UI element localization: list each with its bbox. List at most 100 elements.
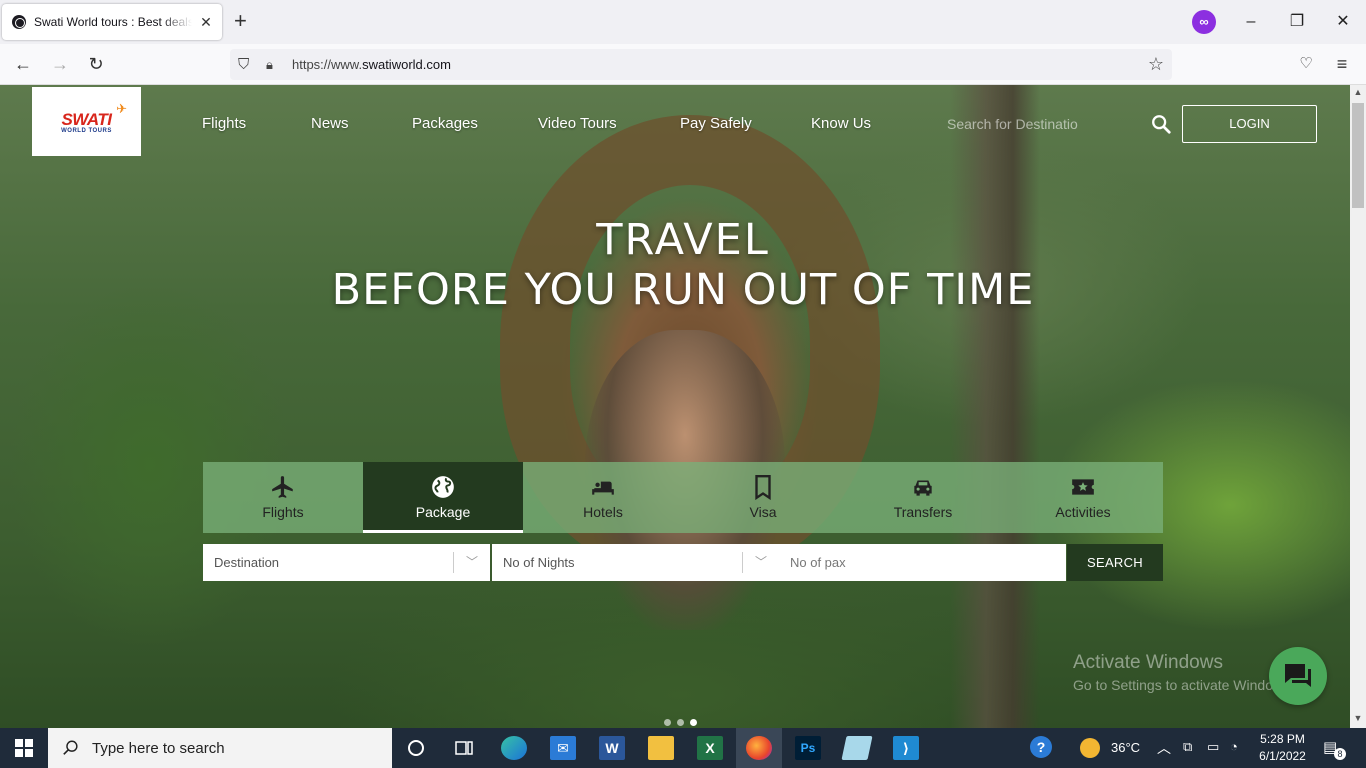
chevron-up-icon[interactable]: ︿ — [1157, 738, 1171, 758]
car-icon — [914, 480, 932, 496]
chevron-down-icon[interactable]: ﹀ — [466, 544, 478, 581]
logo-text: SWATI — [61, 109, 112, 129]
shield-icon[interactable]: ⛉ — [238, 56, 254, 74]
browser-tab-bar: Swati World tours : Best deals in ✕ + ∞ … — [0, 0, 1366, 44]
headline-line-1: TRAVEL — [596, 215, 770, 265]
help-icon[interactable]: ? — [1030, 736, 1052, 758]
url-text[interactable]: https://www.swatiworld.com — [292, 57, 451, 72]
cortana-icon[interactable] — [403, 736, 429, 760]
tab-label: Transfers — [893, 504, 953, 520]
nav-packages[interactable]: Packages — [412, 115, 478, 132]
globe-favicon-icon — [12, 15, 26, 29]
activate-windows-title: Activate Windows — [1073, 652, 1223, 673]
destination-search-input[interactable]: Search for Destinatio — [947, 116, 1078, 132]
windows-logo-icon — [15, 739, 33, 757]
weather-icon[interactable] — [1080, 738, 1100, 758]
firefox-icon[interactable] — [746, 736, 772, 760]
activate-windows-hint: Go to Settings to activate Windows. — [1073, 677, 1294, 693]
task-view-icon[interactable] — [451, 736, 477, 760]
tab-label: Visa — [749, 504, 777, 520]
airplane-icon — [272, 476, 293, 498]
destination-select[interactable]: Destination ﹀ — [203, 544, 490, 581]
chat-button[interactable] — [1269, 647, 1327, 705]
excel-icon[interactable]: X — [697, 736, 723, 760]
taskbar-search[interactable]: Type here to search — [48, 728, 392, 768]
scroll-down-icon[interactable]: ▼ — [1353, 713, 1363, 723]
ticket-star-icon — [1072, 479, 1094, 495]
site-logo[interactable]: ✈ SWATI WORLD TOURS — [32, 87, 141, 156]
carousel-dot[interactable] — [664, 719, 671, 726]
search-icon[interactable] — [1150, 113, 1172, 135]
tab-hotels[interactable]: Hotels — [523, 462, 683, 533]
restore-icon[interactable]: ❐ — [1287, 12, 1307, 32]
tab-visa[interactable]: Visa — [683, 462, 843, 533]
pax-placeholder: No of pax — [790, 555, 846, 570]
reload-icon[interactable]: ↻ — [85, 53, 107, 75]
scroll-thumb[interactable] — [1352, 103, 1364, 208]
nav-news[interactable]: News — [311, 115, 349, 132]
edge-icon[interactable] — [501, 736, 527, 760]
network-icon[interactable]: ⧉ — [1183, 739, 1192, 755]
battery-icon[interactable]: ▭ — [1207, 739, 1219, 755]
logo-subtext: WORLD TOURS — [61, 127, 112, 134]
page-scrollbar[interactable]: ▲ ▼ — [1350, 85, 1366, 728]
windows-taskbar: Type here to search ✉ W X Ps ⟩ ? 36°C ︿ … — [0, 728, 1366, 768]
divider — [742, 552, 743, 573]
carousel-indicators — [664, 719, 697, 726]
bed-icon — [592, 480, 614, 495]
back-icon[interactable]: ← — [12, 53, 34, 75]
carousel-dot[interactable] — [690, 719, 697, 726]
tab-package[interactable]: Package — [363, 462, 523, 533]
address-bar[interactable]: ⛉ 🔒︎ https://www.swatiworld.com ☆ — [230, 49, 1172, 80]
lock-icon[interactable]: 🔒︎ — [266, 57, 280, 73]
tab-label: Flights — [262, 504, 304, 520]
photoshop-icon[interactable]: Ps — [795, 736, 821, 760]
clock-date: 6/1/2022 — [1259, 749, 1306, 763]
close-window-icon[interactable]: ✕ — [1333, 12, 1353, 32]
private-browsing-icon: ∞ — [1192, 10, 1216, 34]
start-button[interactable] — [0, 728, 48, 768]
search-icon — [63, 740, 78, 755]
bookmark-icon — [755, 474, 771, 500]
notepad-app-icon[interactable] — [841, 736, 873, 760]
tab-activities[interactable]: Activities — [1003, 462, 1163, 533]
browser-nav-bar: ← → ↻ ⛉ 🔒︎ https://www.swatiworld.com ☆ … — [0, 44, 1366, 85]
bookmark-star-icon[interactable]: ☆ — [1148, 54, 1164, 75]
nav-video-tours[interactable]: Video Tours — [538, 115, 617, 132]
package-search-form: Destination ﹀ No of Nights ﹀ No of pax S… — [203, 544, 1163, 582]
tab-label: Hotels — [583, 504, 623, 520]
pocket-icon[interactable]: ♡ — [1295, 53, 1317, 75]
wifi-icon[interactable]: ◔ — [1230, 739, 1238, 754]
file-explorer-icon[interactable] — [648, 736, 674, 760]
tab-label: Package — [415, 504, 471, 520]
carousel-dot[interactable] — [677, 719, 684, 726]
scroll-up-icon[interactable]: ▲ — [1353, 87, 1363, 97]
tab-transfers[interactable]: Transfers — [843, 462, 1003, 533]
login-button[interactable]: LOGIN — [1182, 105, 1317, 143]
new-tab-button[interactable]: + — [234, 10, 247, 32]
minimize-icon[interactable]: – — [1241, 12, 1261, 32]
plane-logo-icon: ✈ — [116, 101, 127, 116]
nights-select[interactable]: No of Nights ﹀ — [492, 544, 779, 581]
close-tab-icon[interactable]: ✕ — [198, 14, 214, 31]
taskbar-clock[interactable]: 5:28 PM 6/1/2022 — [1255, 731, 1310, 765]
nav-pay-safely[interactable]: Pay Safely — [680, 115, 752, 132]
destination-placeholder: Destination — [214, 555, 280, 570]
browser-tab[interactable]: Swati World tours : Best deals in ✕ — [2, 4, 222, 40]
pax-input[interactable]: No of pax — [779, 544, 1066, 581]
mail-icon[interactable]: ✉ — [550, 736, 576, 760]
clock-time: 5:28 PM — [1260, 732, 1305, 746]
vscode-icon[interactable]: ⟩ — [893, 736, 919, 760]
menu-icon[interactable]: ≡ — [1331, 53, 1353, 75]
nav-flights[interactable]: Flights — [202, 115, 246, 132]
tab-flights[interactable]: Flights — [203, 462, 363, 533]
chevron-down-icon[interactable]: ﹀ — [755, 544, 767, 581]
search-button[interactable]: SEARCH — [1067, 544, 1163, 581]
temperature-text[interactable]: 36°C — [1111, 740, 1140, 755]
nav-know-us[interactable]: Know Us — [811, 115, 871, 132]
tree-trunk-decor — [950, 85, 1040, 728]
word-icon[interactable]: W — [599, 736, 625, 760]
globe-icon — [432, 476, 454, 498]
chat-icon — [1285, 664, 1311, 687]
forward-icon[interactable]: → — [49, 53, 71, 75]
